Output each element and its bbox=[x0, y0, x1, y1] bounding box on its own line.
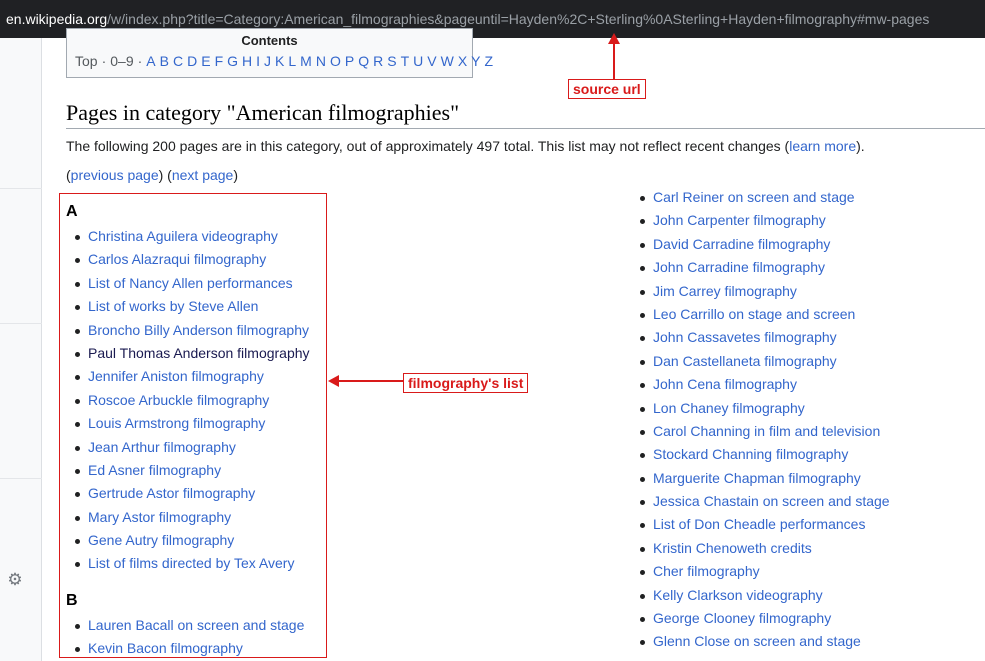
filmography-link[interactable]: John Carradine filmography bbox=[653, 259, 825, 275]
filmography-link[interactable]: Marguerite Chapman filmography bbox=[653, 470, 861, 486]
toc-link[interactable]: T bbox=[401, 53, 410, 69]
list-item: Kristin Chenoweth credits bbox=[631, 537, 890, 560]
filmography-link[interactable]: Carl Reiner on screen and stage bbox=[653, 189, 855, 205]
url-host: en.wikipedia.org bbox=[6, 11, 108, 27]
list-item: Stockard Channing filmography bbox=[631, 443, 890, 466]
list-item: John Cena filmography bbox=[631, 373, 890, 396]
filmography-link[interactable]: David Carradine filmography bbox=[653, 236, 830, 252]
list-item: Cher filmography bbox=[631, 560, 890, 583]
intro-end: ). bbox=[856, 138, 865, 154]
page-title: Pages in category "American filmographie… bbox=[66, 100, 460, 125]
filmography-link[interactable]: Carol Channing in film and television bbox=[653, 423, 880, 439]
filmography-link[interactable]: List of Don Cheadle performances bbox=[653, 516, 865, 532]
list-item: David Carradine filmography bbox=[631, 233, 890, 256]
toc-link[interactable]: O bbox=[330, 53, 341, 69]
toc-link[interactable]: G bbox=[227, 53, 238, 69]
filmography-list-highlight bbox=[59, 193, 327, 658]
toc-link[interactable]: Top bbox=[75, 53, 98, 69]
toc-link[interactable]: K bbox=[275, 53, 284, 69]
gear-icon[interactable]: ⚙ bbox=[6, 571, 24, 589]
next-page-link[interactable]: next page bbox=[172, 167, 234, 183]
toc-link[interactable]: E bbox=[201, 53, 210, 69]
toc-link[interactable]: S bbox=[387, 53, 396, 69]
filmography-link[interactable]: Jessica Chastain on screen and stage bbox=[653, 493, 890, 509]
toc-link[interactable]: 0–9 bbox=[110, 53, 133, 69]
heading-divider bbox=[66, 128, 985, 129]
filmography-link[interactable]: Lon Chaney filmography bbox=[653, 400, 805, 416]
filmography-link[interactable]: Jim Carrey filmography bbox=[653, 283, 797, 299]
filmography-link[interactable]: John Cassavetes filmography bbox=[653, 329, 837, 345]
filmography-link[interactable]: Dan Castellaneta filmography bbox=[653, 353, 837, 369]
toc-title: Contents bbox=[241, 33, 298, 48]
toc-link[interactable]: U bbox=[413, 53, 423, 69]
list-item: Carol Channing in film and television bbox=[631, 420, 890, 443]
annotation-arrowhead bbox=[608, 33, 620, 44]
toc-link[interactable]: N bbox=[316, 53, 326, 69]
list-item: Dan Castellaneta filmography bbox=[631, 350, 890, 373]
list-item: John Carpenter filmography bbox=[631, 209, 890, 232]
filmography-link[interactable]: Stockard Channing filmography bbox=[653, 446, 848, 462]
toc-link[interactable]: V bbox=[427, 53, 436, 69]
filmography-link[interactable]: Cher filmography bbox=[653, 563, 760, 579]
filmography-link[interactable]: Kristin Chenoweth credits bbox=[653, 540, 812, 556]
toc-link[interactable]: D bbox=[187, 53, 197, 69]
toc-link[interactable]: I bbox=[256, 53, 260, 69]
url-path: /w/index.php?title=Category:American_fil… bbox=[107, 11, 930, 27]
toc-link[interactable]: L bbox=[288, 53, 296, 69]
intro-sentence: The following 200 pages are in this cate… bbox=[66, 138, 790, 154]
learn-more-link[interactable]: learn more bbox=[789, 138, 856, 154]
pager: (previous page) (next page) bbox=[66, 167, 239, 183]
toc-link[interactable]: X bbox=[458, 53, 467, 69]
toc-link[interactable]: R bbox=[373, 53, 383, 69]
sidebar-divider bbox=[0, 188, 42, 189]
toc-link[interactable]: H bbox=[242, 53, 252, 69]
sidebar-divider bbox=[0, 323, 42, 324]
list-item: Lon Chaney filmography bbox=[631, 397, 890, 420]
list-item: Glenn Close on screen and stage bbox=[631, 630, 890, 653]
toc-link[interactable]: Z bbox=[485, 53, 494, 69]
toc-link[interactable]: Q bbox=[358, 53, 369, 69]
toc-separator: · bbox=[101, 53, 107, 69]
toc-separator: · bbox=[137, 53, 143, 69]
toc-link[interactable]: P bbox=[345, 53, 354, 69]
toc-link[interactable]: Y bbox=[471, 53, 480, 69]
toc-links: Top · 0–9 · A B C D E F G H I J K L M N O P Q R S T U V W X Y Z bbox=[75, 53, 497, 69]
filmography-link[interactable]: Kelly Clarkson videography bbox=[653, 587, 823, 603]
filmography-link[interactable]: Glenn Close on screen and stage bbox=[653, 633, 861, 649]
sidebar-divider bbox=[0, 478, 42, 479]
filmography-list-label: filmography's list bbox=[403, 373, 529, 393]
list-item: John Cassavetes filmography bbox=[631, 326, 890, 349]
left-sidebar: ⚙ bbox=[0, 38, 42, 661]
filmography-link[interactable]: John Carpenter filmography bbox=[653, 212, 826, 228]
list-item: Kelly Clarkson videography bbox=[631, 584, 890, 607]
toc-link[interactable]: W bbox=[441, 53, 454, 69]
filmography-link[interactable]: John Cena filmography bbox=[653, 376, 797, 392]
list-item: List of Don Cheadle performances bbox=[631, 513, 890, 536]
toc-link[interactable]: F bbox=[215, 53, 224, 69]
toc-link[interactable]: J bbox=[264, 53, 271, 69]
category-list-c: Carl Reiner on screen and stage John Carp… bbox=[631, 186, 890, 654]
toc-link[interactable]: M bbox=[300, 53, 312, 69]
annotation-arrowhead bbox=[328, 375, 339, 387]
list-item: Jessica Chastain on screen and stage bbox=[631, 490, 890, 513]
list-item: George Clooney filmography bbox=[631, 607, 890, 630]
intro-text: The following 200 pages are in this cate… bbox=[66, 138, 865, 154]
toc-link[interactable]: A bbox=[146, 53, 155, 69]
source-url-label: source url bbox=[568, 79, 646, 99]
toc-link[interactable]: B bbox=[160, 53, 169, 69]
filmography-link[interactable]: George Clooney filmography bbox=[653, 610, 831, 626]
filmography-link[interactable]: Leo Carrillo on stage and screen bbox=[653, 306, 855, 322]
list-item: Marguerite Chapman filmography bbox=[631, 467, 890, 490]
list-item: Carl Reiner on screen and stage bbox=[631, 186, 890, 209]
list-item: Leo Carrillo on stage and screen bbox=[631, 303, 890, 326]
annotation-arrow-line bbox=[338, 380, 404, 382]
list-item: Jim Carrey filmography bbox=[631, 280, 890, 303]
toc-link[interactable]: C bbox=[173, 53, 183, 69]
previous-page-link[interactable]: previous page bbox=[71, 167, 159, 183]
annotation-arrow-line bbox=[613, 44, 615, 79]
table-of-contents: Contents Top · 0–9 · A B C D E F G H I J K L M N O P Q R S T U V W… bbox=[66, 28, 493, 78]
list-item: John Carradine filmography bbox=[631, 256, 890, 279]
